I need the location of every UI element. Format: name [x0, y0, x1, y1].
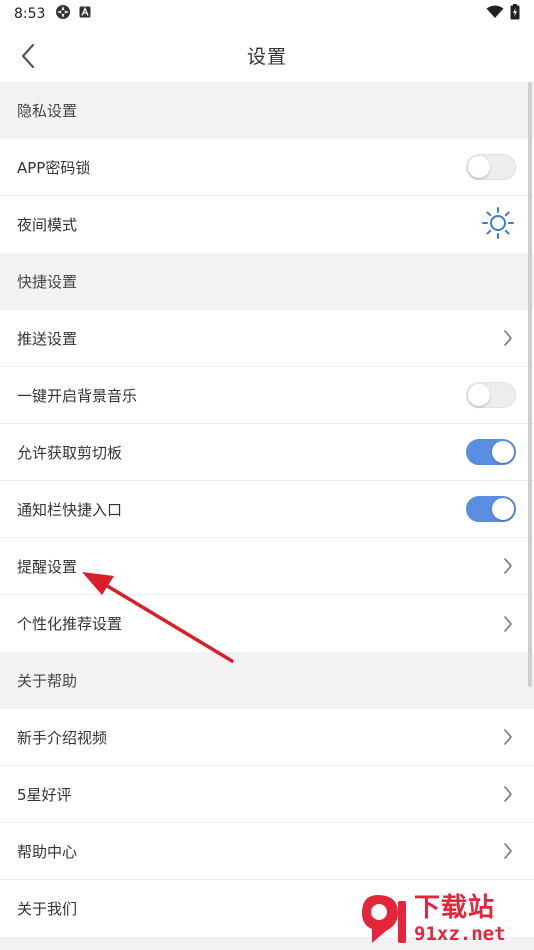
watermark: 下载站 91xz.net: [358, 890, 530, 948]
chevron-right-icon: [500, 841, 516, 861]
section-title: 快捷设置: [17, 273, 78, 291]
page-title: 设置: [246, 45, 287, 68]
section-privacy-rows: APP密码锁 夜间模式: [0, 139, 534, 253]
status-icons-left: [55, 4, 91, 24]
chevron-right-icon: [500, 727, 516, 747]
setting-label: 推送设置: [17, 329, 78, 348]
setting-row-push[interactable]: 推送设置: [0, 310, 534, 367]
setting-row-help-center[interactable]: 帮助中心: [0, 823, 534, 880]
chevron-right-icon: [500, 784, 516, 804]
setting-label: 个性化推荐设置: [17, 615, 123, 633]
section-title: 关于帮助: [17, 672, 78, 690]
setting-label: APP密码锁: [17, 158, 91, 177]
settings-screen: 8:53 设置 隐私设置 APP密码锁 夜间模式 快捷设置 推送设置 一键开启背…: [0, 0, 534, 950]
bg-music-toggle[interactable]: [466, 382, 516, 408]
setting-label: 通知栏快捷入口: [17, 500, 123, 519]
toggle-knob: [468, 384, 490, 406]
setting-row-personalized[interactable]: 个性化推荐设置: [0, 595, 534, 652]
setting-label: 提醒设置: [17, 557, 78, 576]
setting-label: 夜间模式: [17, 216, 78, 234]
chevron-right-icon: [500, 328, 516, 348]
setting-row-bg-music: 一键开启背景音乐: [0, 367, 534, 424]
watermark-text: 下载站 91xz.net: [414, 893, 506, 945]
sun-icon[interactable]: [480, 205, 516, 245]
status-icons-right: [486, 4, 520, 24]
header-bar: 设置: [0, 28, 534, 82]
notification-shortcut-toggle[interactable]: [466, 496, 516, 522]
watermark-logo-icon: [358, 891, 410, 947]
chevron-left-icon: [21, 43, 35, 69]
setting-label: 帮助中心: [17, 842, 78, 861]
setting-label: 新手介绍视频: [17, 728, 108, 747]
wifi-icon: [486, 5, 504, 23]
setting-row-rate[interactable]: 5星好评: [0, 766, 534, 823]
setting-label: 允许获取剪切板: [17, 443, 123, 462]
setting-row-clipboard: 允许获取剪切板: [0, 424, 534, 481]
section-title: 隐私设置: [17, 102, 78, 120]
chevron-right-icon: [500, 614, 516, 634]
toggle-knob: [468, 156, 490, 178]
app-notification-icon: [55, 4, 71, 24]
font-notification-icon: [79, 6, 91, 22]
toggle-knob: [492, 498, 514, 520]
setting-row-app-lock: APP密码锁: [0, 139, 534, 196]
toggle-knob: [492, 441, 514, 463]
setting-row-intro-video[interactable]: 新手介绍视频: [0, 709, 534, 766]
status-bar: 8:53: [0, 0, 534, 28]
setting-label: 5星好评: [17, 785, 72, 804]
section-header-about: 关于帮助: [0, 652, 534, 709]
watermark-sub: 91xz.net: [414, 923, 506, 945]
section-header-shortcuts: 快捷设置: [0, 253, 534, 310]
battery-icon: [510, 4, 520, 24]
section-shortcuts-rows: 推送设置 一键开启背景音乐 允许获取剪切板 通知栏快捷入口 提醒设置 个性化推荐…: [0, 310, 534, 652]
setting-row-night-mode[interactable]: 夜间模式: [0, 196, 534, 253]
status-time: 8:53: [14, 6, 46, 22]
back-button[interactable]: [14, 42, 42, 70]
chevron-right-icon: [500, 556, 516, 576]
watermark-main: 下载站: [414, 893, 496, 923]
setting-label: 一键开启背景音乐: [17, 386, 138, 405]
setting-row-notification-shortcut: 通知栏快捷入口: [0, 481, 534, 538]
settings-list: 隐私设置 APP密码锁 夜间模式 快捷设置 推送设置 一键开启背景音乐 允许获取…: [0, 82, 534, 937]
scrollbar[interactable]: [528, 82, 532, 687]
section-header-privacy: 隐私设置: [0, 82, 534, 139]
app-lock-toggle[interactable]: [466, 154, 516, 180]
setting-row-reminder[interactable]: 提醒设置: [0, 538, 534, 595]
clipboard-toggle[interactable]: [466, 439, 516, 465]
